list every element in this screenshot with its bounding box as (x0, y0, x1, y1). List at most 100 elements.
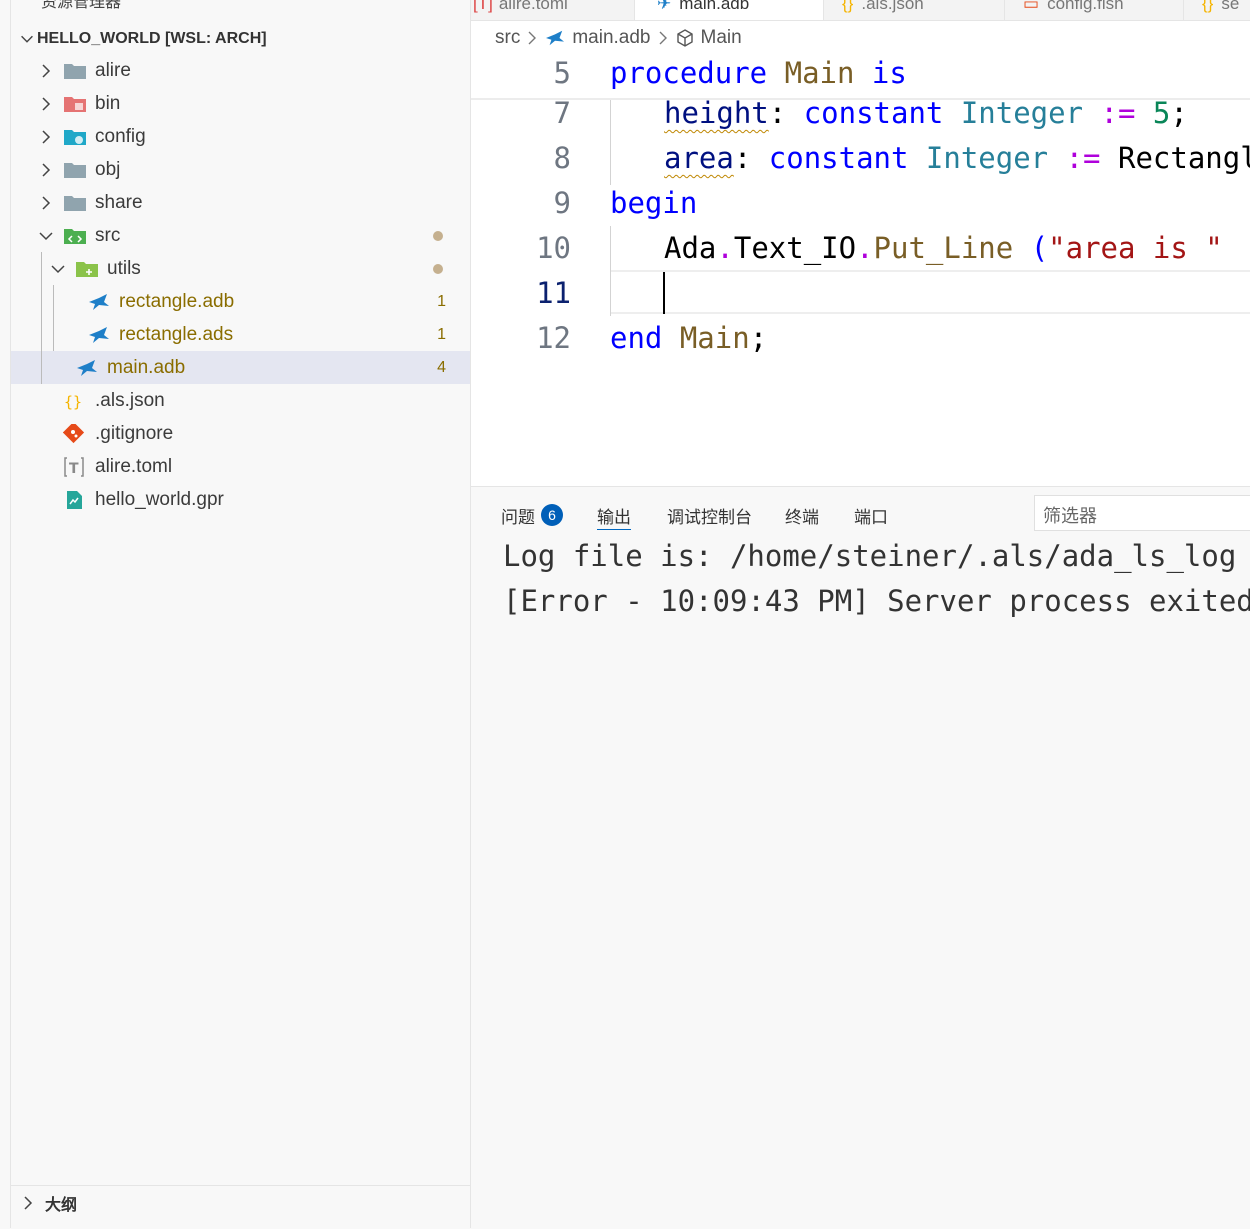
breadcrumb: src main.adb Main (495, 24, 742, 52)
git-file-icon (63, 423, 85, 443)
tree-item-label: rectangle.adb (119, 290, 235, 312)
panel-tab-problems[interactable]: 问题 6 (501, 501, 563, 529)
tab-se[interactable]: {} se (1184, 0, 1250, 20)
tree-item-rectangle-ads[interactable]: rectangle.ads 1 (11, 318, 470, 351)
code-token: Ada (664, 231, 717, 265)
folder-src-open-icon (64, 228, 86, 244)
breadcrumb-symbol[interactable]: Main (701, 27, 742, 49)
tree-item-rectangle-adb[interactable]: rectangle.adb 1 (11, 285, 470, 318)
code-line: area: constant Integer := Rectangle (664, 141, 1250, 175)
breadcrumb-file[interactable]: main.adb (572, 27, 650, 49)
tree-item-src[interactable]: src (11, 219, 470, 252)
panel-tab-terminal[interactable]: 终端 (785, 501, 819, 529)
line-number: 7 (553, 96, 571, 130)
code-token: ; (1170, 96, 1188, 130)
fish-file-icon: ▭ (1023, 0, 1040, 13)
code-line: procedure Main is (610, 56, 907, 90)
tree-item-label: rectangle.ads (119, 323, 234, 345)
tree-item-config[interactable]: config (11, 120, 470, 153)
explorer-title: 资源管理器 (41, 0, 122, 11)
code-token: Put_Line (873, 231, 1014, 265)
code-line: begin (610, 186, 697, 220)
panel-tab-ports[interactable]: 端口 (854, 501, 888, 529)
tab-alire-toml[interactable]: [T] alire.toml (471, 0, 635, 20)
tab-label: config.fish (1047, 0, 1124, 13)
code-token: constant (786, 96, 961, 130)
current-line-highlight (610, 270, 1250, 314)
tree-item-main-adb[interactable]: main.adb 4 (11, 351, 470, 384)
tree-item-label: src (95, 224, 121, 246)
code-token: Integer (960, 96, 1084, 130)
code-token: ; (749, 321, 768, 355)
json-file-icon: {} (1202, 0, 1214, 13)
code-token: Main (662, 321, 750, 355)
problems-count-badge: 6 (541, 504, 563, 526)
tree-item-label: config (95, 125, 146, 147)
tree-item-als-json[interactable]: {} .als.json (11, 384, 470, 417)
code-token: . (716, 231, 734, 265)
outline-title: 大纲 (45, 1197, 78, 1214)
panel-tab-debug-console[interactable]: 调试控制台 (667, 501, 752, 529)
folder-bin-icon (64, 96, 86, 112)
tab-config-fish[interactable]: ▭ config.fish (1005, 0, 1184, 20)
code-token: "area is " (1048, 231, 1223, 265)
indent-guide (41, 252, 42, 384)
code-token: ( (1013, 231, 1049, 265)
ada-file-icon (89, 326, 109, 343)
folder-utils-open-icon (76, 261, 98, 277)
code-token: begin (610, 186, 698, 220)
tree-item-label: .gitignore (95, 422, 174, 444)
tab-label: alire.toml (498, 0, 568, 13)
code-token: end (610, 321, 663, 355)
tree-item-gitignore[interactable]: .gitignore (11, 417, 470, 450)
chevron-right-icon (42, 129, 51, 144)
tree-item-hello-world-gpr[interactable]: hello_world.gpr (11, 483, 470, 516)
code-token: constant (751, 141, 926, 175)
line-number: 5 (553, 56, 571, 90)
tab-label: se (1221, 0, 1240, 13)
ada-file-icon (77, 359, 97, 376)
tree-item-label: main.adb (107, 356, 186, 378)
toml-file-icon: [T] (473, 0, 493, 13)
tree-item-label: .als.json (95, 389, 165, 411)
tree-item-bin[interactable]: bin (11, 87, 470, 120)
code-token: 5 (1152, 96, 1171, 130)
chevron-right-icon (528, 31, 537, 45)
tree-item-label: bin (95, 92, 121, 114)
activity-bar (0, 0, 11, 1228)
code-token: := (1048, 141, 1118, 175)
chevron-right-icon (42, 63, 51, 78)
breadcrumb-src[interactable]: src (495, 27, 520, 49)
toml-file-icon: T (64, 456, 84, 477)
tree-item-share[interactable]: share (11, 186, 470, 219)
tab-main-adb[interactable]: ✈ main.adb (635, 0, 824, 20)
workspace-folder-header[interactable]: HELLO_WORLD [WSL: ARCH] (11, 22, 470, 55)
outline-section-header[interactable]: 大纲 (11, 1185, 470, 1220)
problem-count-badge: 1 (437, 325, 446, 343)
text-cursor (663, 272, 665, 314)
tree-item-alire[interactable]: alire (11, 54, 470, 87)
gpr-file-icon (67, 490, 82, 509)
tree-item-alire-toml[interactable]: T alire.toml (11, 450, 470, 483)
tree-item-label: alire.toml (95, 455, 173, 477)
code-token: height (664, 96, 769, 130)
tree-item-utils[interactable]: utils (11, 252, 470, 285)
output-line: [Error - 10:09:43 PM] Server process exi… (503, 584, 1250, 618)
panel-tab-output[interactable]: 输出 (597, 501, 631, 530)
chevron-down-icon (39, 231, 53, 240)
panel-tab-label: 端口 (854, 507, 888, 527)
tab-als-json[interactable]: {} .als.json (824, 0, 1005, 20)
ada-file-icon (89, 293, 109, 310)
explorer-sidebar: 资源管理器 HELLO_WORLD [WSL: ARCH] alire bin … (11, 0, 471, 1228)
json-file-icon: {} (842, 0, 854, 13)
tree-item-obj[interactable]: obj (11, 153, 470, 186)
chevron-right-icon (659, 31, 667, 45)
output-filter-input[interactable]: 筛选器 (1034, 495, 1250, 531)
panel-tab-label: 问题 (501, 507, 535, 527)
line-number: 10 (536, 231, 571, 265)
modified-dot-icon (433, 263, 443, 274)
folder-icon (64, 63, 86, 79)
ada-file-icon (546, 30, 565, 46)
